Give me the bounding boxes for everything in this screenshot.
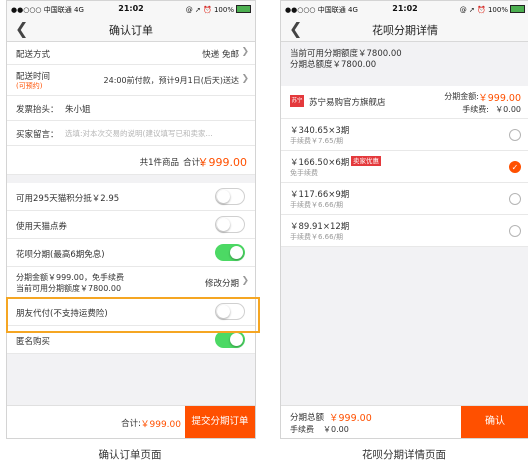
modify-installment-link[interactable]: 修改分期 xyxy=(205,277,239,289)
delivery-value: 快递 免邮 xyxy=(202,50,239,60)
bottom-total-label: 合计: xyxy=(121,419,141,429)
page-title: 花呗分期详情 xyxy=(372,24,438,37)
radio-checked-icon[interactable]: ✓ xyxy=(509,161,521,173)
delivery-time-sub: (可预约) xyxy=(16,82,43,90)
plan-row-12[interactable]: ￥89.91×12期 手续费￥6.66/期 xyxy=(281,215,528,247)
message-input[interactable]: 选填:对本次交易的说明(建议填写已和卖家... xyxy=(65,128,250,139)
page-title: 确认订单 xyxy=(109,24,153,37)
radio-unchecked[interactable] xyxy=(509,225,521,237)
status-icons: @ ➚ ⏰ 100% xyxy=(186,5,251,14)
battery-icon xyxy=(510,5,525,13)
amount-value: ￥999.00 xyxy=(478,93,521,104)
plan-row-6[interactable]: ￥166.50×6期 卖家优惠 免手续费 ✓ xyxy=(281,151,528,183)
total-amount: ￥999.00 xyxy=(197,156,248,169)
bottom-total-label: 分期总额 xyxy=(290,413,325,423)
nav-bar: ❮ 确认订单 xyxy=(7,17,255,42)
plan-amount: ￥117.66×9期 xyxy=(290,190,350,200)
plan-amount: ￥89.91×12期 xyxy=(290,222,350,232)
bottom-bar: 分期总额 ￥999.00 手续费 ￥0.00 确认 xyxy=(281,405,528,438)
chevron-right-icon: ❯ xyxy=(241,47,249,57)
radio-unchecked[interactable] xyxy=(509,129,521,141)
delivery-method-row[interactable]: 配送方式 快递 免邮 ❯ xyxy=(7,42,255,65)
installment-detail-screen: ●●○○○ 中国联通 4G 21:02 @ ➚ ⏰ 100% ❮ 花呗分期详情 … xyxy=(280,0,528,439)
total-quota: 分期总额度￥7800.00 xyxy=(290,60,377,70)
installment-quota: 当前可用分期额度￥7800.00 xyxy=(16,284,122,293)
plan-fee: 手续费￥6.66/期 xyxy=(290,201,343,209)
anonymous-label: 匿名购买 xyxy=(16,337,51,347)
available-quota: 当前可用分期额度￥7800.00 xyxy=(290,49,402,59)
plan-row-3[interactable]: ￥340.65×3期 手续费￥7.65/期 xyxy=(281,119,528,151)
installment-highlight xyxy=(6,297,260,333)
status-icons: @ ➚ ⏰ 100% xyxy=(460,5,525,14)
points-row: 可用295天猫积分抵￥2.95 xyxy=(7,183,255,211)
battery-icon xyxy=(236,5,251,13)
radio-unchecked[interactable] xyxy=(509,193,521,205)
fee-label: 手续费: xyxy=(462,105,489,114)
plan-amount: ￥166.50×6期 xyxy=(290,158,350,168)
item-count: 共1件商品 xyxy=(139,158,179,168)
chevron-right-icon: ❯ xyxy=(241,276,249,286)
store-name: 苏宁易购官方旗舰店 xyxy=(309,98,386,108)
status-bar: ●●○○○ 中国联通 4G 21:02 @ ➚ ⏰ 100% xyxy=(281,1,528,17)
quota-info: 当前可用分期额度￥7800.00 分期总额度￥7800.00 xyxy=(281,42,528,86)
nav-bar: ❮ 花呗分期详情 xyxy=(281,17,528,42)
huabei-label: 花呗分期(最高6期免息) xyxy=(16,250,105,260)
plan-fee: 手续费￥6.66/期 xyxy=(290,233,343,241)
order-confirm-screen: ●●○○○ 中国联通 4G 21:02 @ ➚ ⏰ 100% ❮ 确认订单 配送… xyxy=(6,0,256,439)
caption-right: 花呗分期详情页面 xyxy=(362,449,446,461)
installment-row[interactable]: 分期金额￥999.00，免手续费 当前可用分期额度￥7800.00 修改分期 ❯ xyxy=(7,267,255,298)
invoice-row[interactable]: 发票抬头： 朱小姐 xyxy=(7,96,255,121)
bottom-total: ￥999.00 xyxy=(329,413,372,424)
huabei-row: 花呗分期(最高6期免息) xyxy=(7,239,255,267)
coupon-toggle[interactable] xyxy=(215,216,245,233)
installment-amount: 分期金额￥999.00，免手续费 xyxy=(16,273,124,282)
plan-row-9[interactable]: ￥117.66×9期 手续费￥6.66/期 xyxy=(281,183,528,215)
plan-fee: 免手续费 xyxy=(290,169,318,177)
huabei-toggle[interactable] xyxy=(215,244,245,261)
plan-amount: ￥340.65×3期 xyxy=(290,126,350,136)
bottom-total: ￥999.00 xyxy=(140,420,182,430)
coupon-label: 使用天猫点券 xyxy=(16,222,68,232)
confirm-button[interactable]: 确认 xyxy=(461,406,528,438)
caption-left: 确认订单页面 xyxy=(98,449,162,461)
fee-value: ￥0.00 xyxy=(495,105,521,114)
bottom-bar: 合计: ￥999.00 提交分期订单 xyxy=(7,405,255,438)
points-toggle[interactable] xyxy=(215,188,245,205)
order-summary-row: 共1件商品 合计: ￥999.00 xyxy=(7,146,255,175)
status-bar: ●●○○○ 中国联通 4G 21:02 @ ➚ ⏰ 100% xyxy=(7,1,255,17)
anonymous-toggle[interactable] xyxy=(215,331,245,348)
message-label: 买家留言： xyxy=(16,130,59,140)
amount-label: 分期金额: xyxy=(444,92,479,101)
message-row: 买家留言： 选填:对本次交易的说明(建议填写已和卖家... xyxy=(7,121,255,146)
store-row: 苏宁 苏宁易购官方旗舰店 分期金额: ￥999.00 手续费: ￥0.00 xyxy=(281,86,528,119)
invoice-value: 朱小姐 xyxy=(65,105,91,115)
bottom-fee-label: 手续费 xyxy=(290,425,314,434)
submit-order-button[interactable]: 提交分期订单 xyxy=(185,406,255,438)
store-logo-icon: 苏宁 xyxy=(290,95,304,107)
delivery-time-row[interactable]: 配送时间 (可预约) 24:00前付款，预计9月1日(后天)送达 ❯ xyxy=(7,65,255,96)
invoice-label: 发票抬头： xyxy=(16,105,59,115)
coupon-row: 使用天猫点券 xyxy=(7,211,255,239)
plan-fee: 手续费￥7.65/期 xyxy=(290,137,343,145)
delivery-label: 配送方式 xyxy=(16,50,51,60)
bottom-fee: ￥0.00 xyxy=(323,425,349,434)
delivery-time-value: 24:00前付款，预计9月1日(后天)送达 xyxy=(103,76,239,85)
points-label: 可用295天猫积分抵￥2.95 xyxy=(16,194,120,204)
chevron-right-icon: ❯ xyxy=(241,74,249,84)
seller-discount-tag: 卖家优惠 xyxy=(351,156,381,166)
